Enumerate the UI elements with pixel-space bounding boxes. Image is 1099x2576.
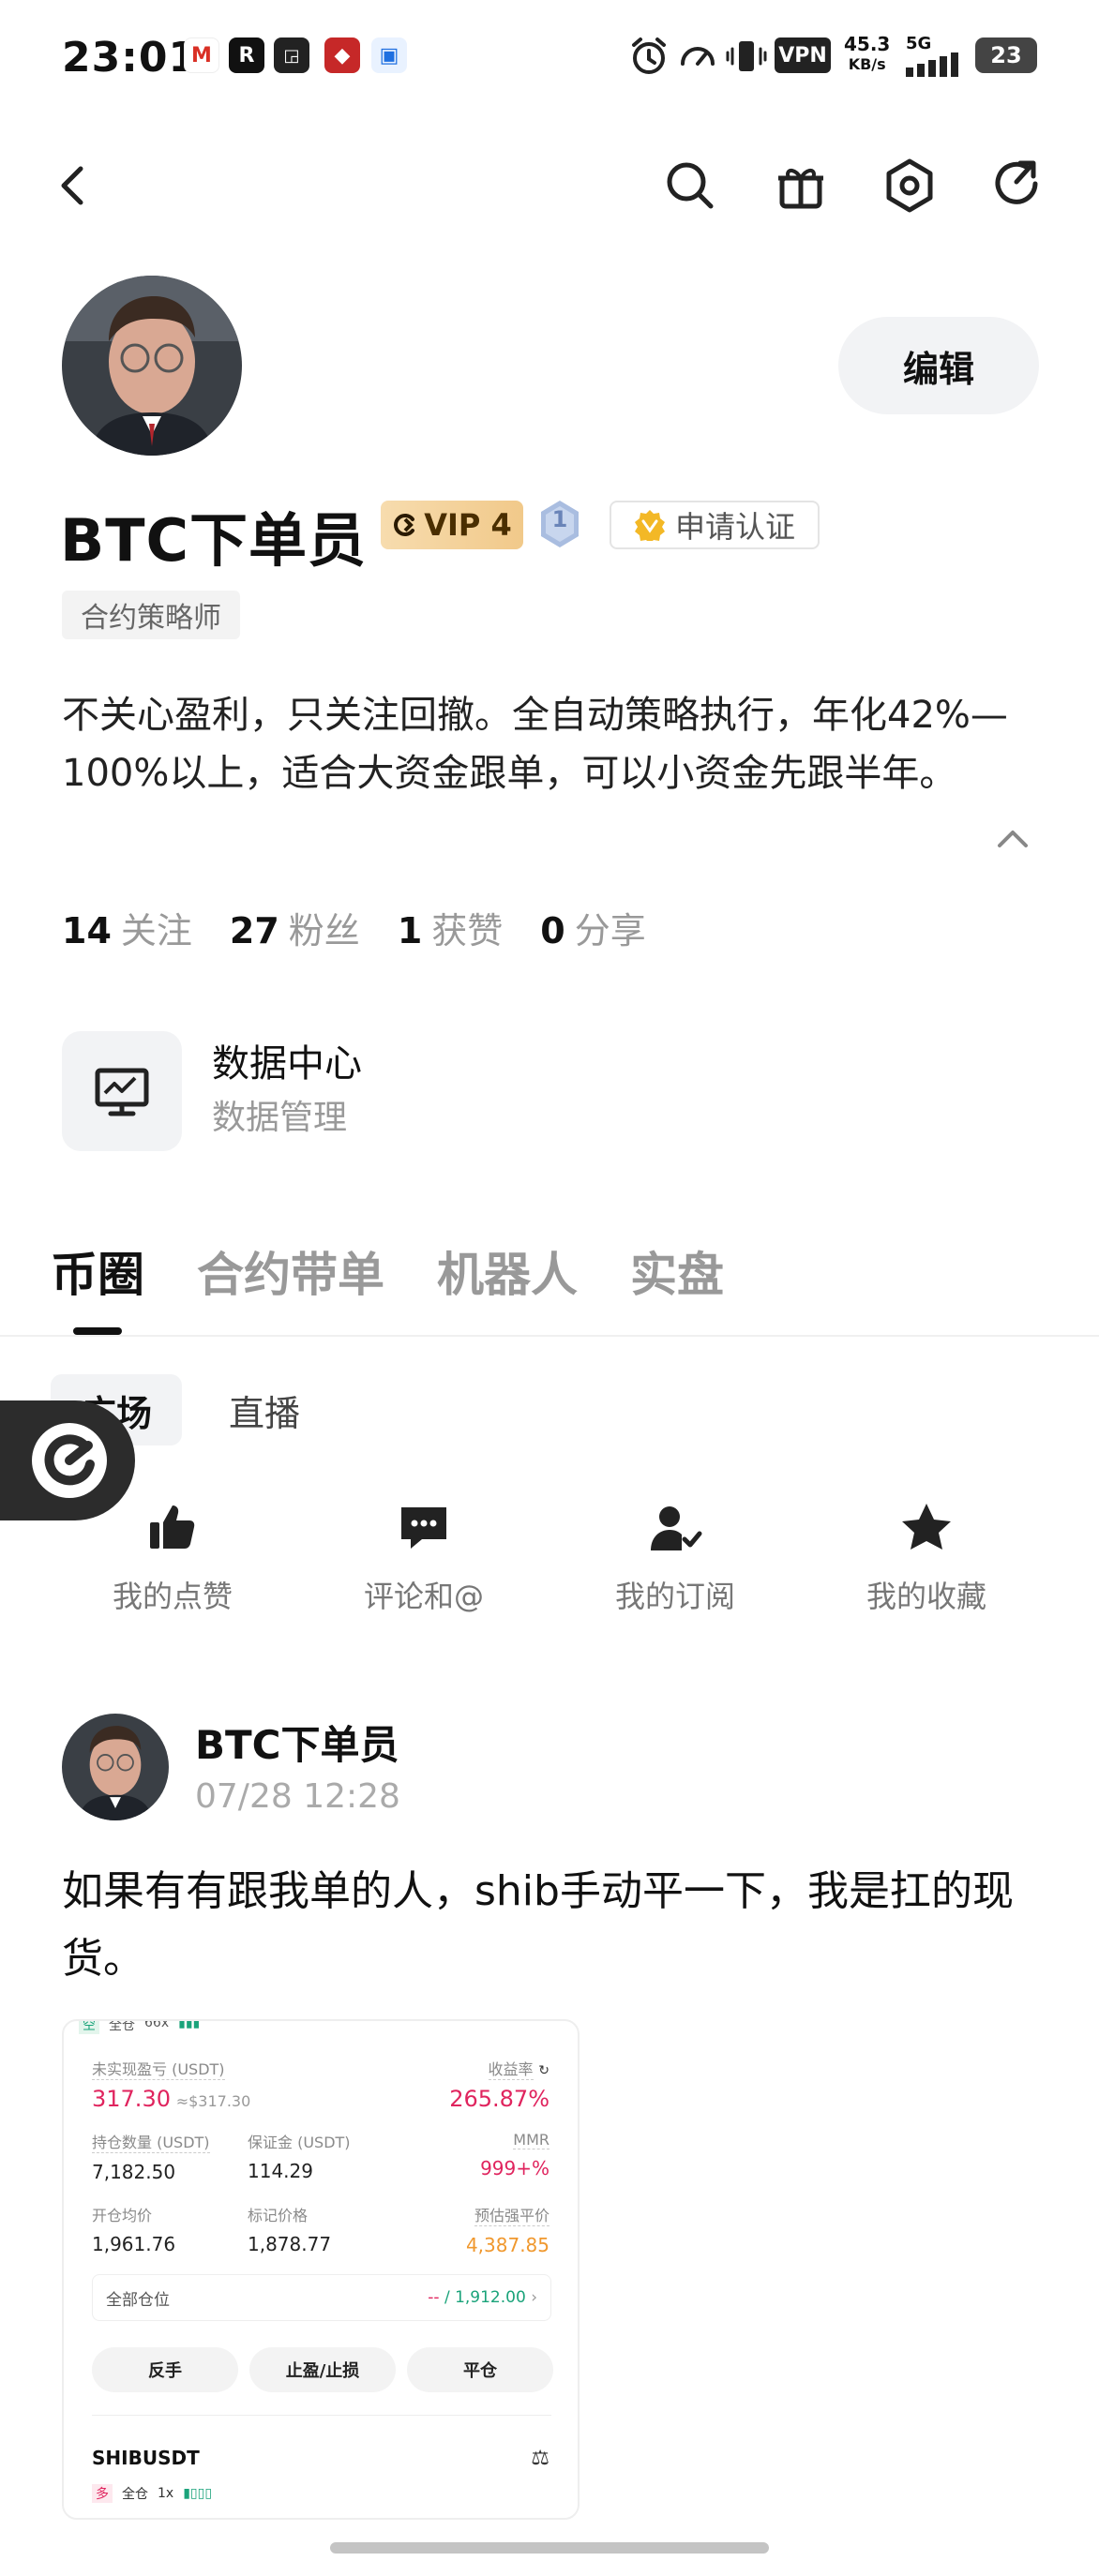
net-speed: 45.3 KB/s xyxy=(844,33,891,73)
post-timestamp: 07/28 12:28 xyxy=(195,1777,400,1816)
back-icon[interactable] xyxy=(45,156,105,216)
stat-likes[interactable]: 1 获赞 xyxy=(398,902,503,953)
vip-label: VIP 4 xyxy=(424,507,512,543)
post-image-position-card[interactable]: 空 全仓 66x ▮▮▮ 未实现盈亏 (USDT) 317.30 ≈$317.3… xyxy=(62,2019,580,2520)
post-author-avatar[interactable] xyxy=(62,1714,169,1820)
gmail-icon: M xyxy=(184,37,219,73)
unrealized-pnl-value: 317.30 xyxy=(92,2086,171,2112)
settings-icon[interactable] xyxy=(880,156,940,216)
my-likes-button[interactable]: 我的点赞 xyxy=(47,1500,298,1616)
divider xyxy=(0,1335,1099,1337)
verified-v-icon xyxy=(634,510,665,541)
vip-badge[interactable]: VIP 4 xyxy=(381,501,523,549)
tab-indicator xyxy=(73,1327,122,1335)
post-author-name[interactable]: BTC下单员 xyxy=(195,1714,399,1771)
my-subscriptions-button[interactable]: 我的订阅 xyxy=(550,1500,801,1616)
battery-indicator: 23 xyxy=(975,37,1037,73)
level-badge[interactable]: 1 xyxy=(538,499,581,549)
profile-stats: 14 关注 27 粉丝 1 获赞 0 分享 xyxy=(62,902,646,953)
speedometer-icon xyxy=(681,47,715,66)
subscribe-icon xyxy=(651,1506,702,1550)
stat-followers[interactable]: 27 粉丝 xyxy=(230,902,360,953)
data-center-entry[interactable]: 数据中心 数据管理 xyxy=(62,1031,362,1151)
tab-live-account[interactable]: 实盘 xyxy=(630,1237,724,1305)
vibrate-icon xyxy=(726,41,767,71)
avatar[interactable] xyxy=(62,276,242,456)
gift-icon[interactable] xyxy=(771,156,831,216)
data-center-title: 数据中心 xyxy=(212,1042,362,1086)
loop-arrow-icon xyxy=(32,1423,107,1498)
subtab-live[interactable]: 直播 xyxy=(199,1374,330,1445)
username: BTC下单员 xyxy=(60,506,368,575)
app-blue-icon: ▣ xyxy=(371,37,407,73)
app-r-icon: R xyxy=(229,37,264,73)
edit-profile-button[interactable]: 编辑 xyxy=(838,317,1039,414)
stat-shares[interactable]: 0 分享 xyxy=(540,902,645,953)
my-favorites-button[interactable]: 我的收藏 xyxy=(801,1500,1052,1616)
comment-icon xyxy=(401,1507,446,1549)
bio-text: 不关心盈利，只关注回撤。全自动策略执行，年化42%—100%以上，适合大资金跟单… xyxy=(62,694,1008,795)
status-time: 23:01 xyxy=(62,34,199,82)
alarm-icon xyxy=(632,37,666,74)
stat-following[interactable]: 14 关注 xyxy=(62,902,192,953)
tab-copy-trading[interactable]: 合约带单 xyxy=(197,1237,384,1305)
level-number: 1 xyxy=(551,506,568,532)
apply-verification-button[interactable]: 申请认证 xyxy=(610,501,820,549)
tab-crypto[interactable]: 币圈 xyxy=(51,1237,144,1305)
app-notes-icon: ◲ xyxy=(274,37,309,73)
vip-icon xyxy=(394,514,415,536)
signal-icon xyxy=(906,52,958,77)
unrealized-pnl-label: 未实现盈亏 (USDT) xyxy=(92,2057,225,2080)
chevron-up-icon[interactable] xyxy=(990,816,1035,861)
verify-label: 申请认证 xyxy=(674,509,795,545)
thumbs-up-icon xyxy=(150,1505,195,1549)
post-text: 如果有有跟我单的人，shib手动平一下，我是扛的现货。 xyxy=(62,1867,1014,1983)
comments-mentions-button[interactable]: 评论和@ xyxy=(298,1500,550,1616)
app-red-cube-icon: ◆ xyxy=(324,37,360,73)
reverse-button: 反手 xyxy=(92,2347,238,2392)
close-position-button: 平仓 xyxy=(407,2347,553,2392)
home-indicator[interactable] xyxy=(330,2542,769,2554)
monitor-chart-icon xyxy=(62,1031,182,1151)
data-center-subtitle: 数据管理 xyxy=(212,1099,348,1137)
share-icon[interactable] xyxy=(988,156,1048,216)
tab-bots[interactable]: 机器人 xyxy=(437,1237,578,1305)
tp-sl-button: 止盈/止损 xyxy=(249,2347,396,2392)
yield-value: 265.87% xyxy=(449,2086,550,2112)
vpn-badge: VPN xyxy=(775,37,831,73)
search-icon[interactable] xyxy=(660,156,720,216)
network-type: 5G xyxy=(906,34,932,53)
role-tag: 合约策略师 xyxy=(62,591,240,639)
star-icon xyxy=(902,1504,951,1550)
quick-actions: 我的点赞 评论和@ 我的订阅 我的收藏 xyxy=(0,1500,1099,1616)
main-tabs: 币圈 合约带单 机器人 实盘 xyxy=(51,1237,724,1305)
